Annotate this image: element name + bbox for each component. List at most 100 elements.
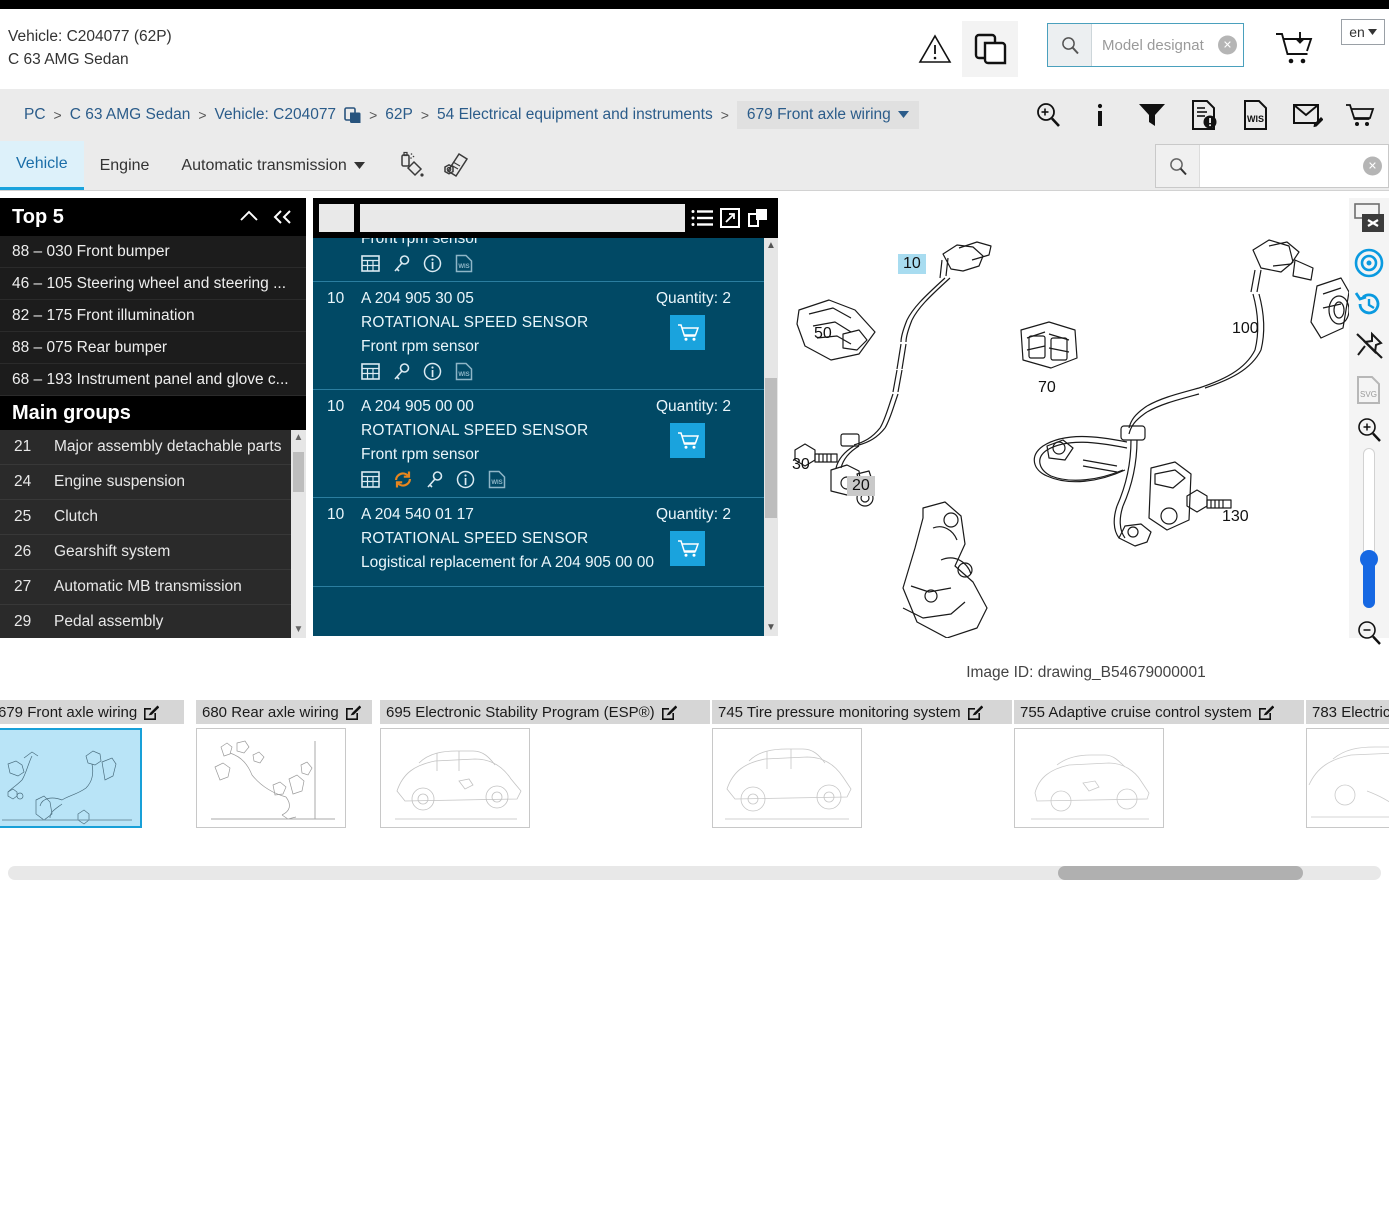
horizontal-scrollbar[interactable] <box>8 866 1381 880</box>
wis-icon[interactable]: WIS <box>455 254 473 273</box>
thumbnail-image[interactable] <box>1014 728 1164 828</box>
main-group-row[interactable]: 25 Clutch <box>0 500 306 535</box>
thumbnail-image[interactable] <box>196 728 346 828</box>
parts-list-scrollbar[interactable]: ▲ ▼ <box>764 238 778 636</box>
thumbnail-item-679[interactable]: 679 Front axle wiring <box>0 700 184 828</box>
main-group-row[interactable]: 26 Gearshift system <box>0 535 306 570</box>
info-icon[interactable] <box>456 470 475 489</box>
top5-item-3[interactable]: 88 – 075 Rear bumper <box>0 332 306 364</box>
thumbnail-item-783[interactable]: 783 Electric <box>1306 700 1389 828</box>
zoom-in-icon[interactable] <box>1349 410 1389 450</box>
history-reset-icon[interactable] <box>1349 284 1389 324</box>
info-icon[interactable] <box>423 362 442 381</box>
scrollbar-thumb[interactable] <box>293 452 304 492</box>
double-chevron-left-icon[interactable] <box>272 209 294 225</box>
mail-edit-icon[interactable] <box>1293 100 1323 130</box>
edit-icon[interactable] <box>967 704 983 720</box>
tab-engine[interactable]: Engine <box>84 141 166 190</box>
callout-100[interactable]: 100 <box>1232 320 1259 338</box>
thumbnail-label[interactable]: 755 Adaptive cruise control system <box>1014 700 1304 724</box>
thumbnail-item-680[interactable]: 680 Rear axle wiring <box>196 700 372 828</box>
main-group-row[interactable]: 29 Pedal assembly <box>0 605 306 638</box>
callout-10[interactable]: 10 <box>898 254 926 274</box>
scroll-down-arrow[interactable]: ▼ <box>291 622 306 638</box>
callout-50[interactable]: 50 <box>814 325 832 343</box>
scrollbar-thumb[interactable] <box>1058 866 1303 880</box>
copy-icon[interactable] <box>747 208 769 228</box>
svg-export-icon[interactable]: SVG <box>1349 370 1389 410</box>
model-search-field[interactable]: Model designat ✕ <box>1092 24 1243 66</box>
expand-icon[interactable] <box>720 208 740 228</box>
thumbnail-item-745[interactable]: 745 Tire pressure monitoring system <box>712 700 1012 828</box>
table-icon[interactable] <box>361 363 380 380</box>
part-row[interactable]: 10 A 204 540 01 17 ROTATIONAL SPEED SENS… <box>313 498 778 587</box>
thumbnail-label[interactable]: 680 Rear axle wiring <box>196 700 372 724</box>
drawing-viewer[interactable]: 10 50 30 20 70 100 130 SVG <box>783 198 1389 645</box>
edit-icon[interactable] <box>345 704 361 720</box>
breadcrumb-copy-icon[interactable] <box>344 106 361 124</box>
top5-item-2[interactable]: 82 – 175 Front illumination <box>0 300 306 332</box>
paint-spray-icon[interactable] <box>395 151 425 181</box>
scroll-up-arrow[interactable]: ▲ <box>764 238 778 254</box>
add-to-cart-button[interactable] <box>670 315 705 350</box>
bolt-nut-icon[interactable] <box>441 151 471 181</box>
table-icon[interactable] <box>361 255 380 272</box>
add-to-cart-button[interactable] <box>670 423 705 458</box>
zoom-in-icon[interactable] <box>1033 100 1063 130</box>
breadcrumb-current-dropdown[interactable]: 679 Front axle wiring <box>736 101 919 129</box>
tab-automatic-transmission[interactable]: Automatic transmission <box>165 141 380 190</box>
main-group-row[interactable]: 24 Engine suspension <box>0 465 306 500</box>
replacement-icon[interactable] <box>393 470 413 489</box>
thumbnail-image[interactable] <box>0 728 142 828</box>
parts-search-input[interactable] <box>360 204 685 232</box>
parts-filter-box[interactable] <box>319 204 354 232</box>
add-to-cart-icon[interactable] <box>1274 29 1316 69</box>
breadcrumb-item-pc[interactable]: PC <box>24 106 46 124</box>
breadcrumb-item-model[interactable]: C 63 AMG Sedan <box>70 106 191 124</box>
filter-icon[interactable] <box>1137 100 1167 130</box>
thumbnail-image[interactable] <box>712 728 862 828</box>
zoom-slider-handle[interactable] <box>1360 550 1378 568</box>
top5-item-0[interactable]: 88 – 030 Front bumper <box>0 236 306 268</box>
target-hotspot-icon[interactable] <box>1349 243 1389 283</box>
main-groups-scrollbar[interactable]: ▲ ▼ <box>291 430 306 638</box>
scroll-up-arrow[interactable]: ▲ <box>291 430 306 446</box>
thumbnail-image[interactable] <box>1306 728 1389 828</box>
thumbnail-item-695[interactable]: 695 Electronic Stability Program (ESP®) <box>380 700 710 828</box>
chevron-up-icon[interactable] <box>239 209 259 225</box>
scrollbar-thumb[interactable] <box>765 378 777 518</box>
zoom-out-icon[interactable] <box>1349 613 1389 653</box>
key-icon[interactable] <box>393 254 410 273</box>
close-window-icon[interactable] <box>1349 198 1389 238</box>
unpin-icon[interactable] <box>1349 326 1389 366</box>
document-alert-icon[interactable] <box>1189 100 1219 130</box>
edit-icon[interactable] <box>143 704 160 720</box>
breadcrumb-item-group[interactable]: 54 Electrical equipment and instruments <box>437 106 713 124</box>
part-row[interactable]: 10 A 204 905 00 00 ROTATIONAL SPEED SENS… <box>313 390 778 498</box>
top5-item-4[interactable]: 68 – 193 Instrument panel and glove c... <box>0 364 306 396</box>
add-to-cart-button[interactable] <box>670 531 705 566</box>
callout-70[interactable]: 70 <box>1038 379 1056 397</box>
top5-item-1[interactable]: 46 – 105 Steering wheel and steering ... <box>0 268 306 300</box>
part-row-clipped[interactable]: Front rpm sensor WIS <box>313 238 778 282</box>
info-icon[interactable] <box>1085 100 1115 130</box>
info-icon[interactable] <box>423 254 442 273</box>
edit-icon[interactable] <box>661 704 677 720</box>
breadcrumb-item-vehicle[interactable]: Vehicle: C204077 <box>215 106 337 124</box>
thumbnail-label[interactable]: 745 Tire pressure monitoring system <box>712 700 1012 724</box>
thumbnail-label[interactable]: 695 Electronic Stability Program (ESP®) <box>380 700 710 724</box>
part-row[interactable]: 10 A 204 905 30 05 ROTATIONAL SPEED SENS… <box>313 282 778 390</box>
parts-list-body[interactable]: Front rpm sensor WIS 10 A 204 905 30 05 … <box>313 238 778 636</box>
wis-document-icon[interactable]: WIS <box>1241 100 1271 130</box>
thumbnail-label[interactable]: 679 Front axle wiring <box>0 700 184 724</box>
wis-icon[interactable]: WIS <box>488 470 506 489</box>
callout-20[interactable]: 20 <box>847 476 875 496</box>
language-selector[interactable]: en <box>1341 19 1385 45</box>
table-icon[interactable] <box>361 471 380 488</box>
copy-documents-icon[interactable] <box>962 21 1018 77</box>
clear-icon[interactable]: ✕ <box>1218 35 1237 55</box>
thumbnail-item-755[interactable]: 755 Adaptive cruise control system <box>1014 700 1304 828</box>
thumbnail-image[interactable] <box>380 728 530 828</box>
key-icon[interactable] <box>393 362 410 381</box>
panel-search-input[interactable]: ✕ <box>1200 145 1388 187</box>
